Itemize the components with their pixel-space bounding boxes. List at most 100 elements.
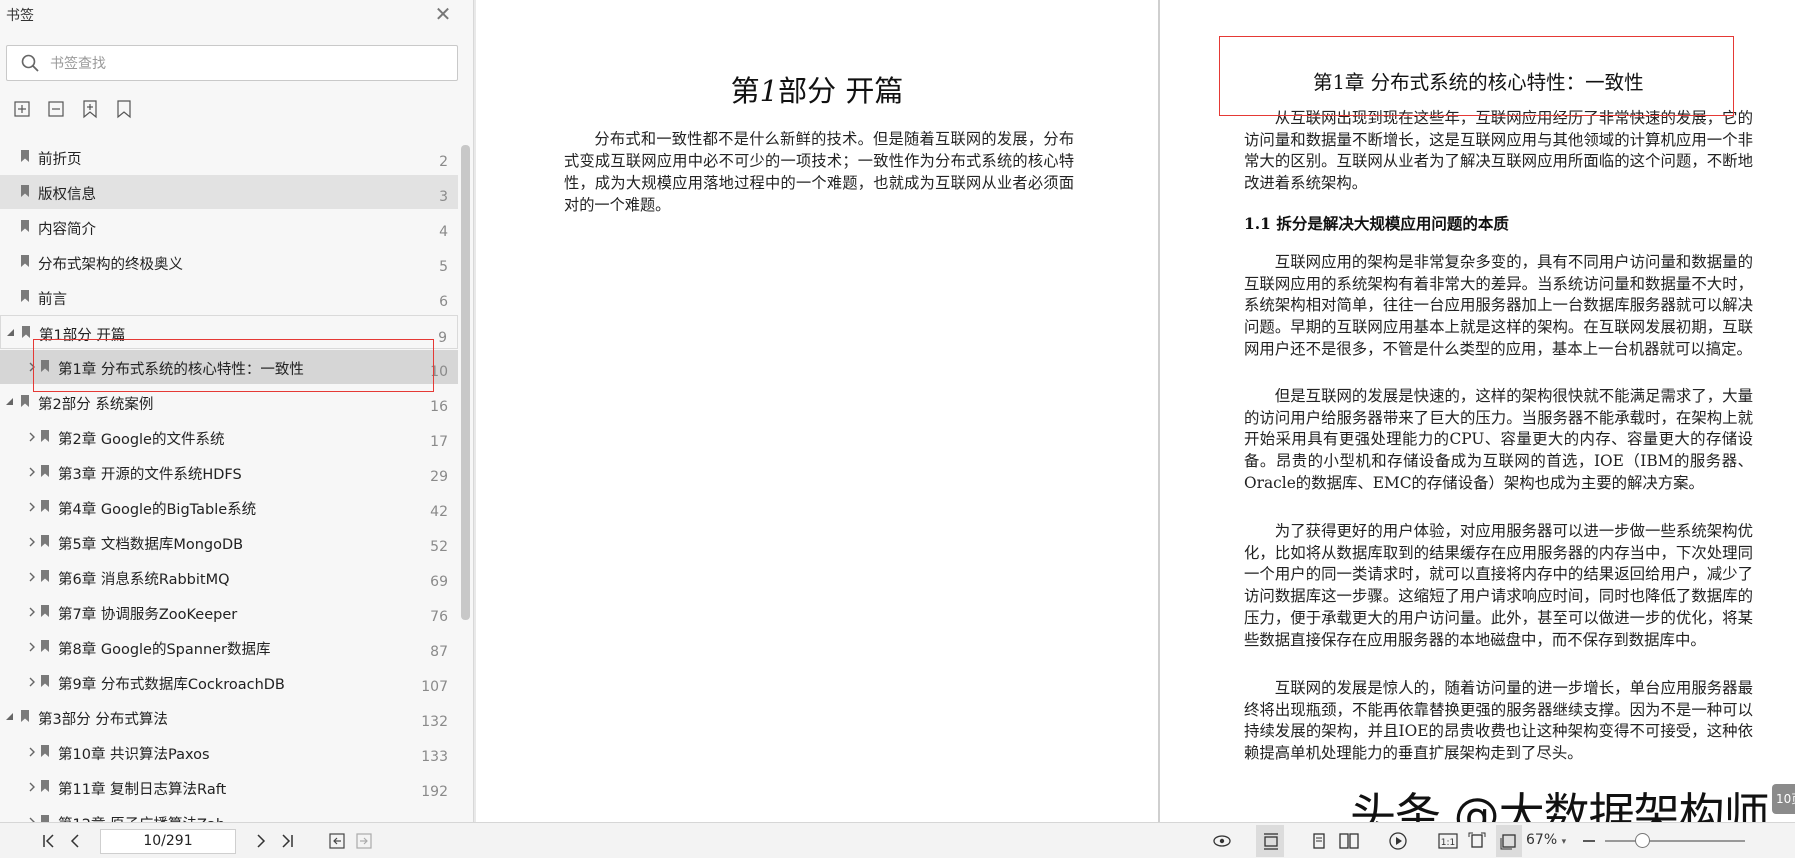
collapsed-arrow-icon[interactable] xyxy=(27,501,37,513)
close-icon[interactable]: ✕ xyxy=(432,4,454,26)
play-icon[interactable] xyxy=(1388,832,1408,850)
collapsed-arrow-icon[interactable] xyxy=(27,431,37,443)
bookmark-item[interactable]: 第2部分 系统案例 16 xyxy=(0,385,458,419)
forward-icon[interactable] xyxy=(355,832,373,850)
collapsed-arrow-icon[interactable] xyxy=(27,361,37,373)
back-icon[interactable] xyxy=(328,832,346,850)
collapsed-arrow-icon[interactable] xyxy=(27,781,37,793)
paragraph-1: 从互联网出现到现在这些年，互联网应用经历了非常快速的发展，它的访问量和数据量不断… xyxy=(1244,109,1753,193)
collapsed-arrow-icon[interactable] xyxy=(27,606,37,618)
bookmark-label: 前折页 xyxy=(38,152,82,168)
bookmark-label: 第7章 协调服务ZooKeeper xyxy=(58,607,238,623)
chevron-down-icon: ▾ xyxy=(1561,837,1567,847)
bookmark-label: 第12章 原子广播算法Zab xyxy=(58,813,225,822)
bookmark-icon xyxy=(41,675,49,687)
search-input[interactable] xyxy=(50,52,440,76)
bookmark-page: 107 xyxy=(421,679,448,695)
bookmark-item[interactable]: 前折页 2 xyxy=(0,140,458,174)
collapse-all-icon[interactable] xyxy=(46,99,66,119)
zoom-slider[interactable] xyxy=(1605,840,1745,842)
bookmark-page: 69 xyxy=(430,574,448,590)
bookmark-item[interactable]: 第1部分 开篇 9 xyxy=(0,315,458,349)
expanded-arrow-icon[interactable] xyxy=(6,327,16,339)
bookmark-label: 第5章 文档数据库MongoDB xyxy=(58,537,244,553)
bookmark-item[interactable]: 前言 6 xyxy=(0,280,458,314)
expanded-arrow-icon[interactable] xyxy=(5,711,15,723)
prev-page-icon[interactable] xyxy=(66,832,84,850)
bookmark-icon xyxy=(41,535,49,547)
single-page-icon[interactable] xyxy=(1310,832,1328,850)
first-page-icon[interactable] xyxy=(40,832,58,850)
bookmark-item[interactable]: 第4章 Google的BigTable系统 42 xyxy=(0,490,458,524)
expand-all-icon[interactable] xyxy=(12,99,32,119)
bookmark-icon xyxy=(41,605,49,617)
bookmark-item[interactable]: 第9章 分布式数据库CockroachDB 107 xyxy=(0,665,458,699)
collapsed-arrow-icon[interactable] xyxy=(27,641,37,653)
bookmark-page: 29 xyxy=(430,469,448,485)
bookmark-item[interactable]: 第12章 原子广播算法Zab xyxy=(0,805,458,822)
bookmark-item[interactable]: 第10章 共识算法Paxos 133 xyxy=(0,735,458,769)
bookmark-page: 5 xyxy=(439,259,448,275)
fit-width-icon[interactable] xyxy=(1500,832,1518,850)
page-right: 第1章 分布式系统的核心特性：一致性 从互联网出现到现在这些年，互联网应用经历了… xyxy=(1160,0,1795,822)
bookmark-page: 6 xyxy=(439,294,448,310)
bookmark-label: 前言 xyxy=(38,292,67,308)
sidebar-scrollbar[interactable] xyxy=(461,145,470,620)
collapsed-arrow-icon[interactable] xyxy=(27,571,37,583)
bookmark-icon xyxy=(41,570,49,582)
bookmark-page: 76 xyxy=(430,609,448,625)
bookmark-icon xyxy=(41,500,49,512)
collapsed-arrow-icon[interactable] xyxy=(27,746,37,758)
paragraph-4: 为了获得更好的用户体验，对应用服务器可以进一步做一些系统架构优化，比如将从数据库… xyxy=(1244,522,1753,649)
bookmark-label: 第11章 复制日志算法Raft xyxy=(58,782,227,798)
bookmark-icon[interactable] xyxy=(114,99,134,119)
bookmark-label: 第1部分 开篇 xyxy=(39,328,126,344)
expanded-arrow-icon[interactable] xyxy=(5,396,15,408)
bookmark-item[interactable]: 分布式架构的终极奥义 5 xyxy=(0,245,458,279)
fit-page-icon[interactable] xyxy=(1468,832,1486,850)
zoom-select[interactable]: 67% ▾ xyxy=(1526,832,1566,848)
bookmark-page: 9 xyxy=(438,330,447,346)
add-bookmark-icon[interactable] xyxy=(80,99,100,119)
bookmark-label: 第1章 分布式系统的核心特性：一致性 xyxy=(58,362,304,378)
zoom-slider-handle[interactable] xyxy=(1635,833,1650,848)
bookmark-item[interactable]: 第3章 开源的文件系统HDFS 29 xyxy=(0,455,458,489)
bookmark-item[interactable]: 第3部分 分布式算法 132 xyxy=(0,700,458,734)
bookmark-page: 192 xyxy=(421,784,448,800)
bookmark-label: 第10章 共识算法Paxos xyxy=(58,747,210,763)
bookmark-item[interactable]: 第6章 消息系统RabbitMQ 69 xyxy=(0,560,458,594)
continuous-view-icon[interactable] xyxy=(1261,832,1281,850)
bookmark-page: 133 xyxy=(421,749,448,765)
bookmark-item[interactable]: 第1章 分布式系统的核心特性：一致性 10 xyxy=(0,350,458,384)
bookmark-search[interactable] xyxy=(6,45,458,81)
zoom-value: 67% xyxy=(1526,832,1558,848)
page-left: 第1部分 开篇 分布式和一致性都不是什么新鲜的技术。但是随着互联网的发展，分布式… xyxy=(476,0,1158,822)
bookmark-icon xyxy=(41,780,49,792)
last-page-icon[interactable] xyxy=(278,832,296,850)
bookmark-item[interactable]: 第2章 Google的文件系统 17 xyxy=(0,420,458,454)
part-title: 第1部分 开篇 xyxy=(476,68,1158,110)
two-page-icon[interactable] xyxy=(1338,832,1360,850)
collapsed-arrow-icon[interactable] xyxy=(27,676,37,688)
bookmark-item[interactable]: 第8章 Google的Spanner数据库 87 xyxy=(0,630,458,664)
actual-size-icon[interactable]: 1:1 xyxy=(1438,832,1458,850)
page-number-input[interactable]: 10/291 xyxy=(100,829,236,854)
bookmark-label: 第8章 Google的Spanner数据库 xyxy=(58,642,271,658)
sidebar-title: 书签 xyxy=(6,8,34,24)
bookmark-item[interactable]: 第11章 复制日志算法Raft 192 xyxy=(0,770,458,804)
paragraph-2: 互联网应用的架构是非常复杂多变的，具有不同用户访问量和数据量的互联网应用的系统架… xyxy=(1244,253,1753,358)
zoom-out-icon[interactable] xyxy=(1580,832,1598,850)
bookmark-item[interactable]: 内容简介 4 xyxy=(0,210,458,244)
collapsed-arrow-icon[interactable] xyxy=(27,536,37,548)
bookmark-icon xyxy=(41,815,49,822)
eye-protect-icon[interactable] xyxy=(1212,832,1232,850)
bookmark-label: 分布式架构的终极奥义 xyxy=(38,257,183,273)
bookmark-item[interactable]: 第7章 协调服务ZooKeeper 76 xyxy=(0,595,458,629)
bookmark-page: 16 xyxy=(430,399,448,415)
bookmark-icon xyxy=(21,220,29,232)
bookmark-icon xyxy=(21,150,29,162)
next-page-icon[interactable] xyxy=(252,832,270,850)
bookmark-item[interactable]: 版权信息 3 xyxy=(0,175,458,209)
collapsed-arrow-icon[interactable] xyxy=(27,466,37,478)
bookmark-item[interactable]: 第5章 文档数据库MongoDB 52 xyxy=(0,525,458,559)
